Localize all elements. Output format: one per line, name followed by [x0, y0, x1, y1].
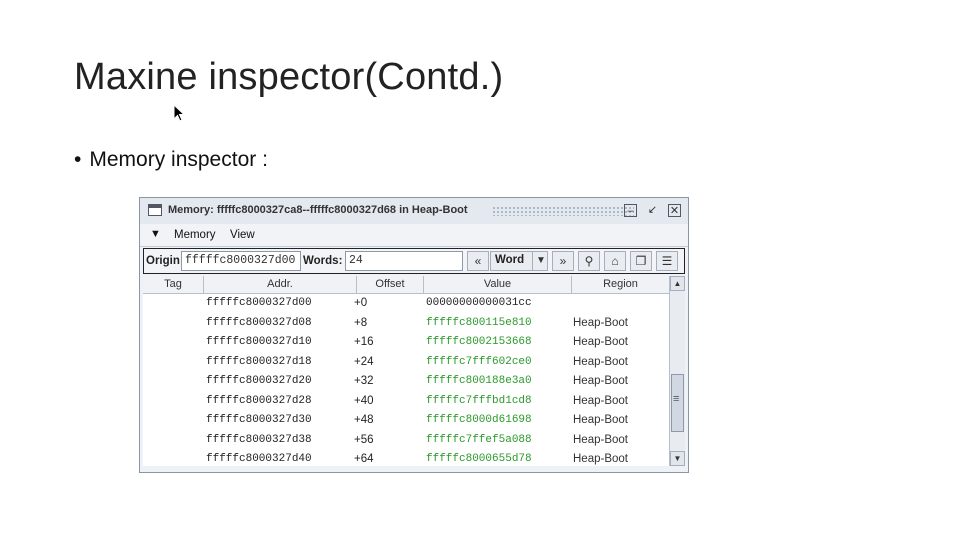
scroll-thumb[interactable] [671, 374, 684, 432]
memory-table: Tag Addr. Offset Value Region fffffc8000… [143, 276, 669, 466]
addr-cell: fffffc8000327d38 [206, 433, 312, 446]
region-cell: Heap-Boot [573, 394, 628, 407]
restore-button[interactable]: ↙ [646, 204, 659, 217]
addr-cell: fffffc8000327d10 [206, 336, 312, 348]
region-cell: Heap-Boot [573, 433, 628, 446]
col-value[interactable]: Value [424, 278, 571, 290]
value-cell: fffffc7fffbd1cd8 [426, 394, 532, 407]
table-row[interactable]: fffffc8000327d10 +16 fffffc8002153668 Heap-… [143, 333, 669, 353]
slide-title: Maxine inspector(Contd.) [74, 56, 504, 98]
region-cell: Heap-Boot [573, 453, 628, 465]
word-select[interactable]: Word ▼ [490, 251, 548, 271]
value-cell: fffffc8000d61698 [426, 414, 532, 426]
next-icon: » [559, 254, 567, 268]
origin-field[interactable]: fffffc8000327d00 [181, 251, 301, 271]
col-tag[interactable]: Tag [143, 278, 203, 290]
region-cell: Heap-Boot [573, 336, 628, 348]
scroll-down-icon: ▼ [673, 454, 682, 463]
next-button[interactable]: » [552, 251, 574, 271]
addr-cell: fffffc8000327d40 [206, 453, 312, 465]
table-row[interactable]: fffffc8000327d18 +24 fffffc7fff602ce0 Heap-… [143, 353, 669, 373]
value-cell: 00000000000031cc [426, 297, 532, 309]
words-label: Words: [303, 255, 343, 267]
copy-button[interactable]: ❐ [630, 251, 652, 271]
region-cell: Heap-Boot [573, 375, 628, 387]
window-icon [148, 204, 162, 216]
prev-icon: « [474, 254, 482, 268]
region-cell: Heap-Boot [573, 355, 628, 368]
scroll-up-button[interactable]: ▲ [670, 276, 685, 291]
menu-view[interactable]: View [230, 229, 255, 241]
region-cell: Heap-Boot [573, 316, 628, 329]
scroll-down-button[interactable]: ▼ [670, 451, 685, 466]
find-button[interactable]: ⚲ [578, 251, 600, 271]
restore-icon: ↙ [647, 204, 658, 216]
origin-label: Origin: [146, 255, 184, 267]
memory-inspector-window: Memory: fffffc8000327ca8--fffffc8000327d… [139, 197, 689, 473]
table-row[interactable]: fffffc8000327d40 +64 fffffc8000655d78 Heap-… [143, 450, 669, 470]
value-cell: fffffc7ffef5a088 [426, 433, 532, 446]
home-icon: ⌂ [611, 254, 619, 268]
options-button[interactable]: ☰ [656, 251, 678, 271]
addr-cell: fffffc8000327d08 [206, 316, 312, 329]
addr-cell: fffffc8000327d28 [206, 394, 312, 407]
minimize-icon: – [627, 205, 634, 217]
bullet-item: • Memory inspector : [74, 148, 268, 172]
offset-cell: +40 [354, 394, 374, 407]
vertical-scrollbar[interactable]: ▲ ▼ [669, 276, 685, 466]
value-cell: fffffc800188e3a0 [426, 375, 532, 387]
window-title: Memory: fffffc8000327ca8--fffffc8000327d… [168, 204, 468, 216]
value-cell: fffffc7fff602ce0 [426, 355, 532, 368]
addr-cell: fffffc8000327d00 [206, 297, 312, 309]
titlebar-drag-grip[interactable] [492, 206, 634, 216]
prev-button[interactable]: « [467, 251, 489, 271]
offset-cell: +16 [354, 336, 374, 348]
bullet-text: Memory inspector : [89, 148, 268, 171]
bullet-dot: • [74, 148, 82, 171]
table-row[interactable]: fffffc8000327d30 +48 fffffc8000d61698 Heap-… [143, 411, 669, 431]
word-select-label: Word [495, 254, 525, 266]
mouse-cursor-icon [173, 104, 185, 122]
col-offset[interactable]: Offset [357, 278, 423, 290]
copy-icon: ❐ [635, 254, 647, 268]
offset-cell: +8 [354, 316, 368, 329]
find-icon: ⚲ [584, 254, 594, 268]
table-row[interactable]: fffffc8000327d08 +8 fffffc800115e810 Heap-B… [143, 314, 669, 334]
memory-toolbar: Origin: fffffc8000327d00 Words: 24 « Wor… [143, 248, 685, 274]
offset-cell: +64 [354, 453, 374, 465]
menu-memory[interactable]: Memory [174, 229, 216, 241]
table-row[interactable]: fffffc8000327d38 +56 fffffc7ffef5a088 Heap-… [143, 431, 669, 451]
window-titlebar[interactable]: Memory: fffffc8000327ca8--fffffc8000327d… [140, 198, 688, 225]
close-button[interactable]: ✕ [668, 204, 681, 217]
menubar: ▼ Memory View [140, 224, 688, 247]
offset-cell: +0 [354, 297, 368, 309]
scroll-up-icon: ▲ [673, 279, 682, 288]
col-region[interactable]: Region [572, 278, 669, 290]
table-row[interactable]: fffffc8000327d20 +32 fffffc800188e3a0 Heap-… [143, 372, 669, 392]
word-dropdown-icon: ▼ [532, 252, 549, 270]
menu-dropdown-icon[interactable]: ▼ [150, 228, 161, 240]
offset-cell: +24 [354, 355, 374, 368]
words-field[interactable]: 24 [345, 251, 463, 271]
table-row[interactable]: fffffc8000327d00 +0 00000000000031cc [143, 294, 669, 314]
addr-cell: fffffc8000327d30 [206, 414, 312, 426]
table-row[interactable]: fffffc8000327d28 +40 fffffc7fffbd1cd8 Heap-… [143, 392, 669, 412]
col-addr[interactable]: Addr. [204, 278, 356, 290]
table-header: Tag Addr. Offset Value Region [143, 276, 669, 294]
addr-cell: fffffc8000327d18 [206, 355, 312, 368]
value-cell: fffffc8002153668 [426, 336, 532, 348]
region-cell: Heap-Boot [573, 414, 628, 426]
home-button[interactable]: ⌂ [604, 251, 626, 271]
value-cell: fffffc800115e810 [426, 316, 532, 329]
options-icon: ☰ [661, 254, 673, 268]
addr-cell: fffffc8000327d20 [206, 375, 312, 387]
value-cell: fffffc8000655d78 [426, 453, 532, 465]
minimize-button[interactable]: – [624, 204, 637, 217]
offset-cell: +32 [354, 375, 374, 387]
close-icon: ✕ [669, 205, 680, 217]
offset-cell: +56 [354, 433, 374, 446]
offset-cell: +48 [354, 414, 374, 426]
